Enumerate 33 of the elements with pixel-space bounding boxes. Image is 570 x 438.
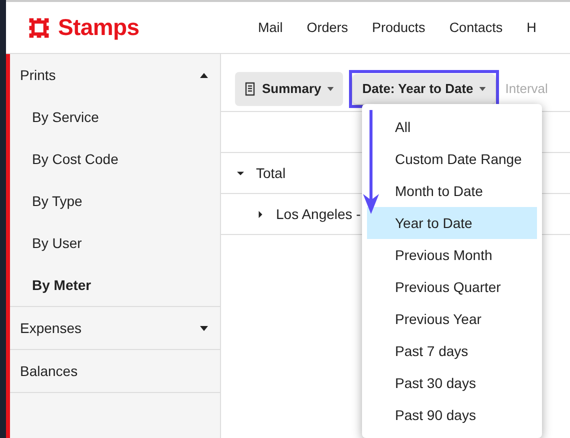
menu-item[interactable]: Past 7 days (367, 335, 537, 367)
sidebar-item[interactable]: By Meter (10, 264, 220, 306)
menu-item[interactable]: Year to Date (367, 207, 537, 239)
nav-link[interactable]: Mail (258, 20, 283, 35)
row-label: Los Angeles - (276, 206, 361, 222)
sidebar-item[interactable]: By Type (10, 180, 220, 222)
sidebar-item[interactable]: By Service (10, 96, 220, 138)
nav-link[interactable]: H (526, 20, 536, 35)
nav-link[interactable]: Orders (306, 20, 348, 35)
sidebar-item[interactable]: By Cost Code (10, 138, 220, 180)
menu-item[interactable]: Custom Date Range (367, 143, 537, 175)
row-label: Total (256, 165, 286, 181)
summary-dropdown[interactable]: Summary (235, 72, 344, 106)
menu-item[interactable]: Previous Month (367, 239, 537, 271)
sidebar-item[interactable]: By User (10, 222, 220, 264)
expand-toggle-icon[interactable] (237, 170, 244, 176)
menu-item[interactable]: Previous Year (367, 303, 537, 335)
nav-link[interactable]: Products (372, 20, 426, 35)
caret-icon (479, 86, 486, 90)
menu-item[interactable]: Past 30 days (367, 367, 537, 399)
sidebar-section[interactable]: Expenses (10, 307, 220, 349)
menu-item[interactable]: All (367, 111, 537, 143)
nav-link[interactable]: Contacts (449, 20, 503, 35)
brand-name: Stamps (58, 14, 140, 41)
sidebar-section[interactable]: Prints (10, 54, 220, 96)
caret-icon (327, 86, 334, 90)
date-dropdown[interactable]: Date: Year to Date (353, 74, 496, 104)
menu-item[interactable]: Month to Date (367, 175, 537, 207)
receipt-icon (244, 82, 256, 96)
menu-item[interactable]: Previous Quarter (367, 271, 537, 303)
menu-item[interactable]: Past 90 days (367, 399, 537, 431)
expand-toggle-icon[interactable] (257, 210, 264, 218)
sidebar-section[interactable]: Balances (10, 350, 220, 392)
